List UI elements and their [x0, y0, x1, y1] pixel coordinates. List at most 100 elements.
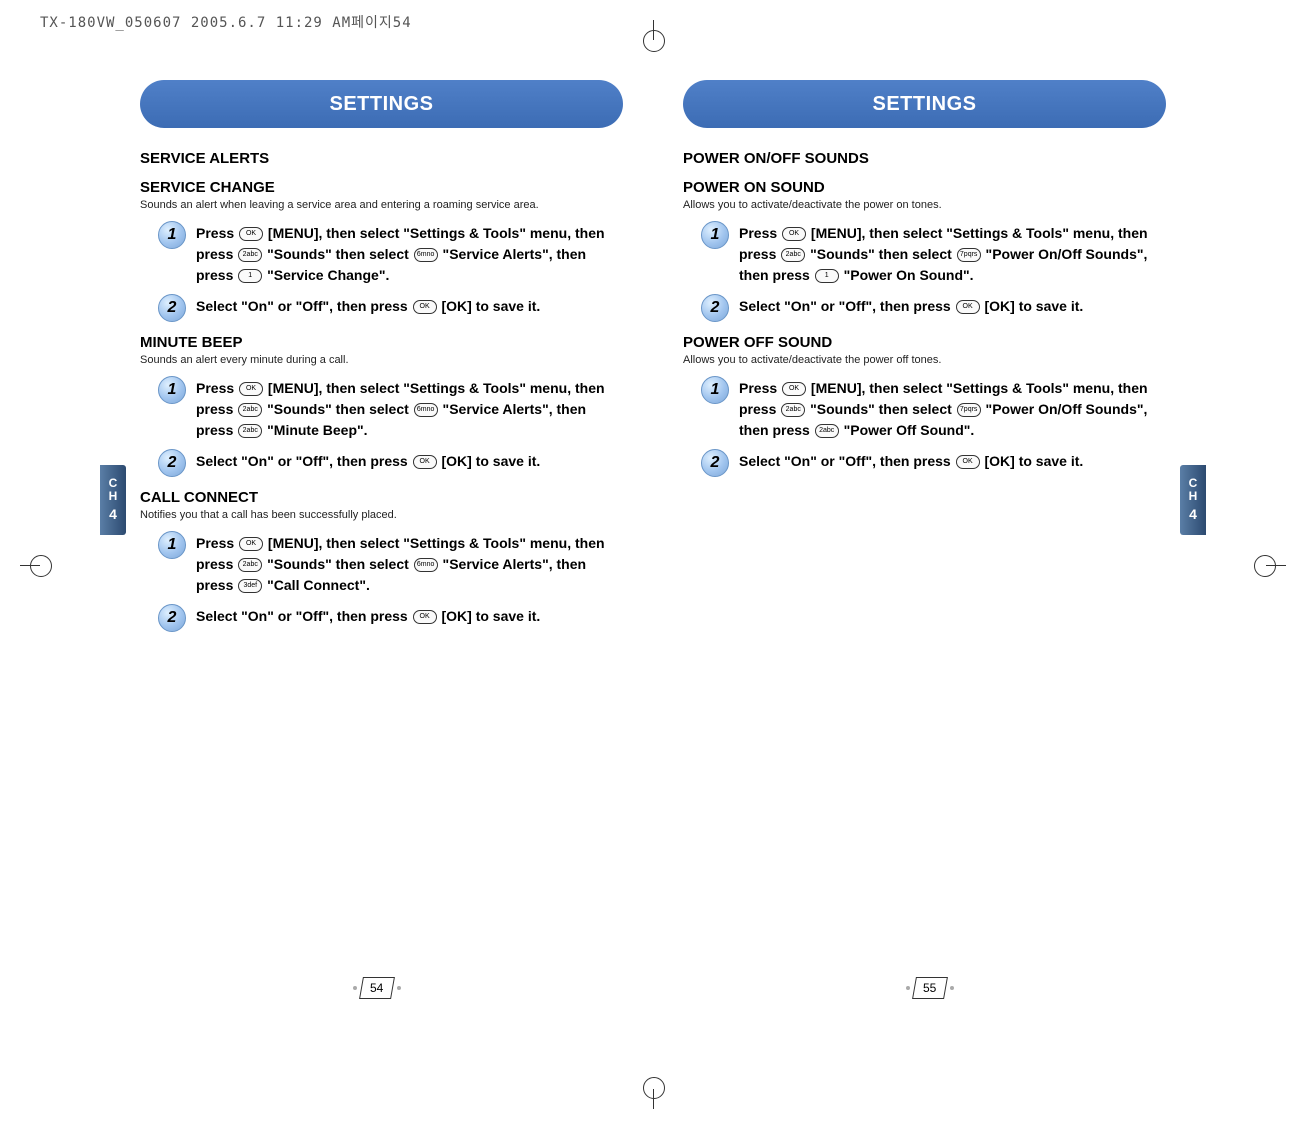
ok-key-icon: OK — [239, 537, 263, 551]
step-fragment: "Power Off Sound". — [840, 422, 975, 438]
page-title: SETTINGS — [140, 80, 623, 128]
two-key-icon: 2abc — [781, 248, 805, 262]
step-number-badge: 1 — [158, 376, 186, 404]
description: Notifies you that a call has been succes… — [140, 508, 623, 523]
crop-mark-top-icon — [633, 20, 673, 60]
three-key-icon: 3def — [238, 579, 262, 593]
one-key-icon: 1 — [238, 269, 262, 283]
step-row: 1 Press OK [MENU], then select "Settings… — [158, 533, 623, 596]
ok-key-icon: OK — [956, 300, 980, 314]
step-row: 2 Select "On" or "Off", then press OK [O… — [158, 451, 623, 477]
seven-key-icon: 7pqrs — [957, 403, 981, 417]
chapter-tab-right: C H 4 — [1180, 465, 1206, 535]
two-key-icon: 2abc — [238, 248, 262, 262]
description: Allows you to activate/deactivate the po… — [683, 198, 1166, 213]
dot-icon — [906, 986, 910, 990]
dot-icon — [397, 986, 401, 990]
step-text: Select "On" or "Off", then press OK [OK]… — [739, 296, 1083, 317]
step-number-badge: 1 — [158, 531, 186, 559]
six-key-icon: 6mno — [414, 403, 438, 417]
step-row: 1 Press OK [MENU], then select "Settings… — [701, 223, 1166, 286]
step-text: Select "On" or "Off", then press OK [OK]… — [739, 451, 1083, 472]
step-row: 2 Select "On" or "Off", then press OK [O… — [701, 296, 1166, 322]
step-number-badge: 1 — [158, 221, 186, 249]
page-number-value: 54 — [370, 981, 383, 995]
page-number-box: 54 — [359, 977, 395, 999]
step-fragment: Select "On" or "Off", then press — [196, 298, 412, 314]
step-fragment: Select "On" or "Off", then press — [739, 298, 955, 314]
sub-heading: MINUTE BEEP — [140, 334, 623, 351]
step-fragment: "Sounds" then select — [263, 556, 412, 572]
step-row: 1 Press OK [MENU], then select "Settings… — [158, 378, 623, 441]
step-text: Select "On" or "Off", then press OK [OK]… — [196, 451, 540, 472]
seven-key-icon: 7pqrs — [957, 248, 981, 262]
step-fragment: Press — [739, 380, 781, 396]
step-number-badge: 1 — [701, 221, 729, 249]
description: Sounds an alert every minute during a ca… — [140, 353, 623, 368]
step-number-badge: 1 — [701, 376, 729, 404]
step-fragment: "Sounds" then select — [806, 401, 955, 417]
step-text: Select "On" or "Off", then press OK [OK]… — [196, 296, 540, 317]
crop-mark-bottom-icon — [633, 1069, 673, 1109]
page-title: SETTINGS — [683, 80, 1166, 128]
page-right: C H 4 SETTINGS POWER ON/OFF SOUNDS POWER… — [653, 60, 1206, 1009]
description: Sounds an alert when leaving a service a… — [140, 198, 623, 213]
step-text: Select "On" or "Off", then press OK [OK]… — [196, 606, 540, 627]
step-fragment: "Sounds" then select — [263, 246, 412, 262]
step-row: 2 Select "On" or "Off", then press OK [O… — [701, 451, 1166, 477]
six-key-icon: 6mno — [414, 248, 438, 262]
step-fragment: "Sounds" then select — [263, 401, 412, 417]
step-fragment: [OK] to save it. — [981, 453, 1084, 469]
step-row: 1 Press OK [MENU], then select "Settings… — [701, 378, 1166, 441]
two-key-icon: 2abc — [238, 424, 262, 438]
description: Allows you to activate/deactivate the po… — [683, 353, 1166, 368]
step-fragment: [OK] to save it. — [438, 608, 541, 624]
step-text: Press OK [MENU], then select "Settings &… — [196, 533, 623, 596]
page-number-box: 55 — [912, 977, 948, 999]
step-row: 2 Select "On" or "Off", then press OK [O… — [158, 606, 623, 632]
page-number-value: 55 — [923, 981, 936, 995]
page-spread: C H 4 SETTINGS SERVICE ALERTS SERVICE CH… — [100, 60, 1206, 1009]
ok-key-icon: OK — [956, 455, 980, 469]
one-key-icon: 1 — [815, 269, 839, 283]
step-number-badge: 2 — [701, 449, 729, 477]
two-key-icon: 2abc — [238, 403, 262, 417]
step-row: 1 Press OK [MENU], then select "Settings… — [158, 223, 623, 286]
chapter-tab-left: C H 4 — [100, 465, 126, 535]
step-fragment: "Minute Beep". — [263, 422, 367, 438]
step-fragment: Select "On" or "Off", then press — [196, 453, 412, 469]
page-left: C H 4 SETTINGS SERVICE ALERTS SERVICE CH… — [100, 60, 653, 1009]
dot-icon — [353, 986, 357, 990]
section-heading: SERVICE ALERTS — [140, 150, 623, 167]
sub-heading: POWER ON SOUND — [683, 179, 1166, 196]
ok-key-icon: OK — [413, 610, 437, 624]
step-fragment: Select "On" or "Off", then press — [196, 608, 412, 624]
step-fragment: Select "On" or "Off", then press — [739, 453, 955, 469]
sub-heading: SERVICE CHANGE — [140, 179, 623, 196]
section-heading: POWER ON/OFF SOUNDS — [683, 150, 1166, 167]
two-key-icon: 2abc — [238, 558, 262, 572]
ok-key-icon: OK — [782, 227, 806, 241]
step-number-badge: 2 — [158, 449, 186, 477]
ok-key-icon: OK — [782, 382, 806, 396]
ok-key-icon: OK — [413, 455, 437, 469]
chapter-num: 4 — [1189, 507, 1197, 522]
header-band-left: SETTINGS — [140, 80, 623, 130]
step-fragment: Press — [196, 535, 238, 551]
print-header: TX-180VW_050607 2005.6.7 11:29 AM페이지54 — [40, 12, 412, 32]
step-number-badge: 2 — [158, 294, 186, 322]
step-fragment: "Sounds" then select — [806, 246, 955, 262]
chapter-num: 4 — [109, 507, 117, 522]
page-number-left: 54 — [349, 977, 405, 999]
two-key-icon: 2abc — [815, 424, 839, 438]
step-fragment: Press — [196, 225, 238, 241]
header-band-right: SETTINGS — [683, 80, 1166, 130]
ok-key-icon: OK — [239, 382, 263, 396]
chapter-h: H — [1189, 490, 1198, 503]
sub-heading: POWER OFF SOUND — [683, 334, 1166, 351]
two-key-icon: 2abc — [781, 403, 805, 417]
page-number-right: 55 — [902, 977, 958, 999]
step-number-badge: 2 — [701, 294, 729, 322]
step-number-badge: 2 — [158, 604, 186, 632]
crop-mark-right-icon — [1246, 545, 1286, 585]
